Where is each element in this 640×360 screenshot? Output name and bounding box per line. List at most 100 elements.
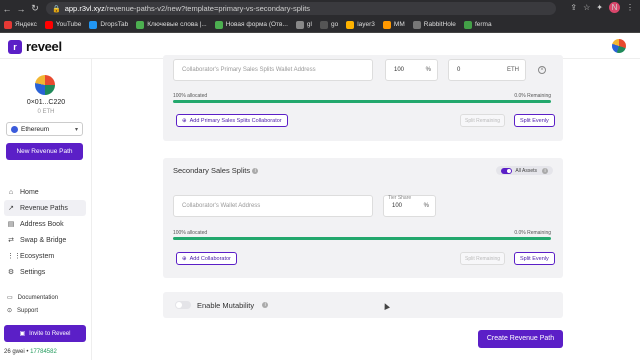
- bookmarks-bar: Яндекс YouTube DropsTab Ключевые слова |...…: [0, 17, 640, 33]
- sidebar-item-ecosystem[interactable]: ⋮⋮ Ecosystem: [4, 248, 86, 264]
- secondary-remaining: 0.0% Remaining: [514, 230, 551, 236]
- bookmark-favicon-icon: [295, 20, 304, 29]
- invite-label: Invite to Reveel: [29, 330, 71, 337]
- header-avatar[interactable]: [612, 39, 626, 53]
- sidebar-item-address-book[interactable]: ▤ Address Book: [4, 216, 86, 232]
- bookmark-item[interactable]: layer3: [346, 20, 375, 29]
- mutability-row: Enable Mutability i: [163, 292, 563, 318]
- secondary-title-text: Secondary Sales Splits: [173, 166, 251, 175]
- bookmark-item[interactable]: YouTube: [44, 20, 81, 29]
- bookmark-label: Яндекс: [15, 21, 37, 28]
- bookmark-item[interactable]: go: [319, 20, 338, 29]
- secondary-split-remaining-button[interactable]: Split Remaining: [460, 252, 505, 265]
- reload-icon[interactable]: ↻: [28, 3, 42, 14]
- bookmark-item[interactable]: MM: [382, 20, 405, 29]
- primary-split-evenly-button[interactable]: Split Evenly: [514, 114, 555, 127]
- nav-icon: ⚙: [7, 269, 15, 276]
- primary-remaining: 0.0% Remaining: [514, 93, 551, 99]
- bookmark-item[interactable]: Новая форма (Отв...: [214, 20, 288, 29]
- assets-label: All Assets: [515, 167, 537, 174]
- primary-eth-input[interactable]: 0 ETH: [448, 59, 526, 81]
- footer-link-label: Support: [17, 307, 39, 314]
- sidebar: 0×01...C220 0 ETH Ethereum ▾ New Revenue…: [0, 59, 92, 360]
- back-icon[interactable]: ←: [0, 4, 14, 14]
- footer-link-support[interactable]: ⊙ Support: [4, 304, 88, 317]
- gas-price: 26 gwei: [4, 349, 25, 355]
- nav-icon: ⌂: [8, 188, 14, 196]
- secondary-wallet-placeholder: Collaborator's Wallet Address: [182, 203, 261, 209]
- footer-link-label: Documentation: [17, 294, 59, 301]
- add-collaborator-button[interactable]: ⊕ Add Collaborator: [176, 252, 237, 265]
- sidebar-nav: ⌂ Home ↗ Revenue Paths ▤ Address Book ⇄ Swap & …: [4, 184, 86, 280]
- mutability-toggle[interactable]: [175, 301, 191, 309]
- bookmark-item[interactable]: Ключевые слова |...: [136, 20, 207, 29]
- add-collaborator-label: Add Collaborator: [189, 255, 231, 262]
- star-icon[interactable]: ☆: [583, 3, 590, 12]
- secondary-share-input[interactable]: Tier Share 100 %: [383, 195, 436, 217]
- primary-eth-value: 0: [457, 67, 461, 73]
- bookmark-favicon-icon: [44, 20, 53, 29]
- bookmark-favicon-icon: [346, 20, 355, 29]
- assets-toggle-icon: [501, 167, 513, 174]
- primary-wallet-placeholder: Collaborator's Primary Sales Splits Wall…: [182, 67, 316, 73]
- forward-icon[interactable]: →: [14, 4, 28, 14]
- bookmark-favicon-icon: [136, 20, 145, 29]
- info-icon[interactable]: i: [252, 168, 259, 175]
- primary-eth-unit: ETH: [507, 67, 519, 73]
- remove-collaborator-icon[interactable]: ×: [538, 66, 546, 74]
- bookmark-label: Ключевые слова |...: [147, 21, 207, 28]
- sidebar-item-swap-bridge[interactable]: ⇄ Swap & Bridge: [4, 232, 86, 248]
- bookmark-favicon-icon: [382, 20, 391, 29]
- footer-link-documentation[interactable]: ▭ Documentation: [4, 291, 88, 304]
- primary-share-input[interactable]: 100 %: [385, 59, 438, 81]
- address-bar[interactable]: 🔒 app.r3vl.xyz/revenue-paths-v2/new?temp…: [46, 2, 556, 15]
- main-content: Collaborator's Primary Sales Splits Wall…: [93, 55, 640, 360]
- primary-wallet-input[interactable]: Collaborator's Primary Sales Splits Wall…: [173, 59, 373, 81]
- sidebar-footer: ▭ Documentation ⊙ Support: [4, 291, 88, 317]
- sidebar-item-label: Ecosystem: [20, 252, 55, 260]
- url-path: /revenue-paths-v2/new?template=primary-v…: [104, 4, 311, 13]
- secondary-title: Secondary Sales Splits i: [173, 166, 259, 175]
- share-icon[interactable]: ⇪: [570, 3, 577, 12]
- create-revenue-path-button[interactable]: Create Revenue Path: [478, 330, 563, 348]
- assets-info-icon[interactable]: i: [542, 167, 548, 174]
- url-host: app.r3vl.xyz: [64, 4, 105, 13]
- add-primary-collaborator-button[interactable]: ⊕ Add Primary Sales Splits Collaborator: [176, 114, 288, 127]
- sidebar-item-settings[interactable]: ⚙ Settings: [4, 264, 86, 280]
- secondary-wallet-input[interactable]: Collaborator's Wallet Address: [173, 195, 373, 217]
- profile-avatar[interactable]: N: [609, 2, 620, 13]
- secondary-splits-card: Secondary Sales Splits i All Assets i Col…: [163, 158, 563, 278]
- nav-icon: ⋮⋮: [7, 253, 21, 260]
- sidebar-item-home[interactable]: ⌂ Home: [4, 184, 86, 200]
- bookmark-item[interactable]: gl: [295, 20, 312, 29]
- sidebar-item-revenue-paths[interactable]: ↗ Revenue Paths: [4, 200, 86, 216]
- primary-splits-card: Collaborator's Primary Sales Splits Wall…: [163, 55, 563, 141]
- ethereum-icon: [11, 125, 18, 133]
- bookmark-item[interactable]: Яндекс: [4, 20, 37, 29]
- network-select[interactable]: Ethereum ▾: [6, 122, 83, 136]
- mutability-info-icon[interactable]: i: [262, 302, 269, 308]
- nav-icon: ↗: [8, 205, 14, 212]
- bookmark-item[interactable]: RabbitHole: [412, 20, 456, 29]
- app-logo[interactable]: r reveel: [8, 39, 62, 54]
- extensions-icon[interactable]: ✦: [596, 3, 603, 12]
- bookmark-favicon-icon: [463, 20, 472, 29]
- new-revenue-path-button[interactable]: New Revenue Path: [6, 143, 83, 160]
- primary-split-evenly-label: Split Evenly: [520, 117, 549, 124]
- primary-split-remaining-button[interactable]: Split Remaining: [460, 114, 505, 127]
- bookmark-item[interactable]: ferma: [463, 20, 492, 29]
- bookmark-label: Новая форма (Отв...: [225, 21, 288, 28]
- mutability-label: Enable Mutability: [197, 300, 255, 310]
- invite-button[interactable]: ▣ Invite to Reveel: [4, 325, 86, 342]
- secondary-split-evenly-button[interactable]: Split Evenly: [514, 252, 555, 265]
- menu-icon[interactable]: ⋮: [626, 3, 634, 12]
- secondary-split-evenly-label: Split Evenly: [520, 255, 549, 262]
- footer-icon: ▭: [7, 295, 13, 301]
- wallet-avatar: [35, 75, 55, 95]
- add-user-icon: ⊕: [182, 117, 187, 124]
- bookmark-item[interactable]: DropsTab: [89, 20, 128, 29]
- bookmark-label: layer3: [357, 21, 375, 28]
- tier-share-label: Tier Share: [388, 195, 412, 201]
- secondary-allocated: 100% allocated: [173, 230, 208, 236]
- all-assets-toggle[interactable]: All Assets i: [496, 166, 553, 175]
